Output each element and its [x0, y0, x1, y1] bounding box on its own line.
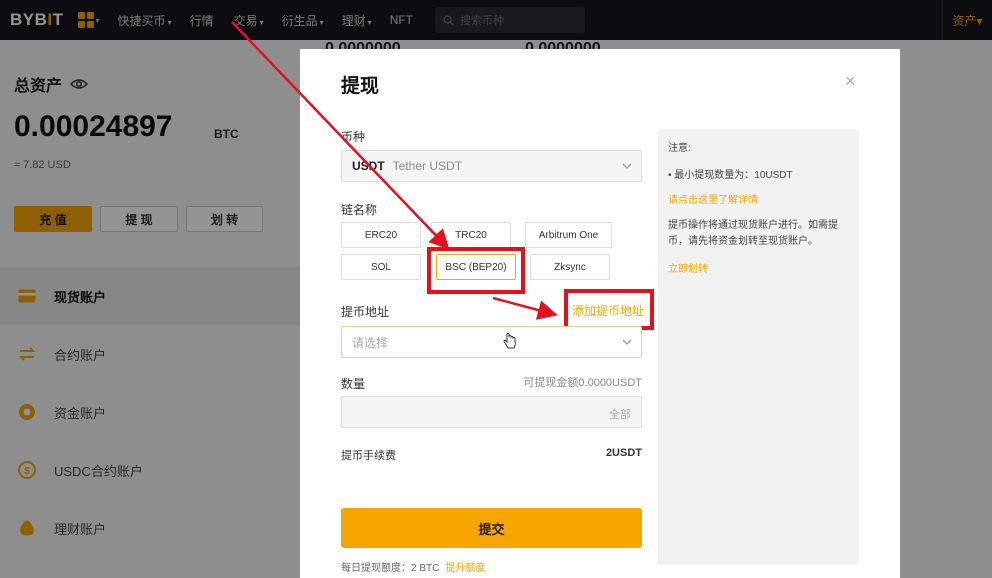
annotation-arrows [231, 21, 558, 320]
arrow-to-bsc [231, 21, 450, 250]
arrow-to-add-address [492, 296, 558, 320]
